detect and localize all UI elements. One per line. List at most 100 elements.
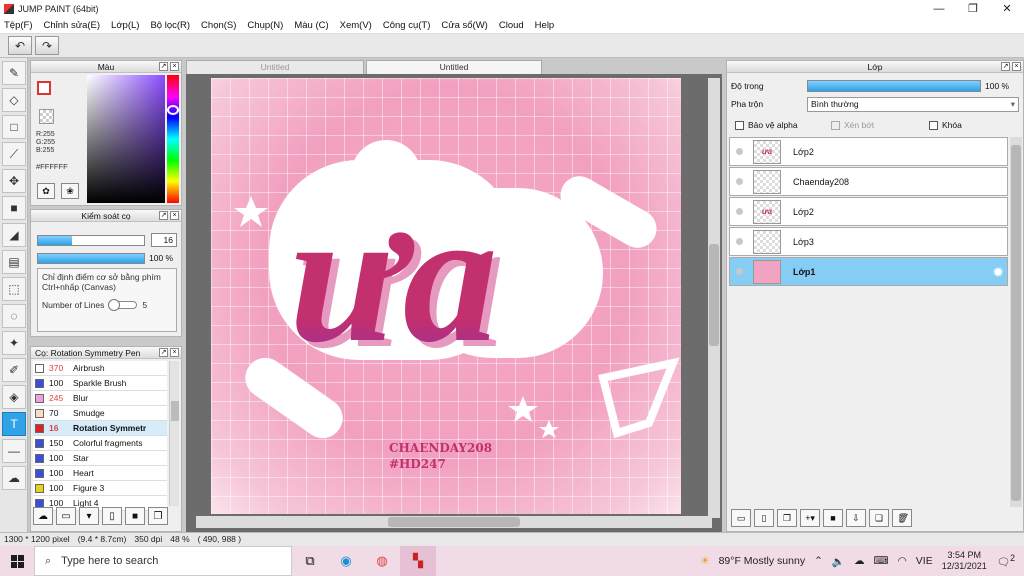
weather-text[interactable]: 89°F Mostly sunny: [719, 555, 805, 567]
visibility-icon[interactable]: [736, 268, 743, 275]
start-button[interactable]: [0, 546, 34, 576]
cloud-icon[interactable]: ☁: [854, 555, 865, 567]
brush-menu-button[interactable]: ▾: [79, 507, 99, 525]
brush-settings-button[interactable]: ▯: [102, 507, 122, 525]
hue-slider[interactable]: [167, 75, 179, 203]
select-rect-tool[interactable]: ⬚: [2, 277, 26, 301]
brush-size-slider[interactable]: [37, 234, 145, 246]
chrome-app[interactable]: ◍: [364, 546, 400, 576]
layer-item[interactable]: ưa Lớp2: [729, 137, 1008, 166]
taskbar-search[interactable]: ⌕ Type here to search: [34, 546, 292, 576]
brush-tool[interactable]: ⟋: [2, 142, 26, 166]
new-brush-button[interactable]: ▭: [56, 507, 76, 525]
close-icon[interactable]: ×: [170, 211, 179, 220]
brush-item[interactable]: 100 Star: [33, 451, 167, 466]
speaker-icon[interactable]: 🔈: [832, 555, 845, 568]
layer-opacity-slider[interactable]: [807, 80, 981, 92]
layer-item[interactable]: ưa Lớp2: [729, 197, 1008, 226]
maximize-button[interactable]: ❐: [956, 0, 990, 17]
line-tool[interactable]: —: [2, 439, 26, 463]
menu-edit[interactable]: Chỉnh sửa(E): [44, 20, 101, 31]
lasso-tool[interactable]: ◌: [2, 304, 26, 328]
brush-list-scrollbar[interactable]: [169, 361, 179, 506]
language-indicator[interactable]: VIE: [916, 555, 933, 567]
menu-color[interactable]: Màu (C): [294, 20, 328, 31]
cloud-brush-button[interactable]: ☁: [33, 507, 53, 525]
select-pen-tool[interactable]: ✐: [2, 358, 26, 382]
brush-item[interactable]: 370 Airbrush: [33, 361, 167, 376]
popout-icon[interactable]: ↗: [1001, 62, 1010, 71]
canvas-vertical-scrollbar[interactable]: [708, 78, 720, 518]
brush-size-input[interactable]: 16: [151, 233, 177, 247]
brush-item[interactable]: 70 Smudge: [33, 406, 167, 421]
visibility-icon[interactable]: [736, 208, 743, 215]
popout-icon[interactable]: ↗: [159, 62, 168, 71]
menu-layer[interactable]: Lớp(L): [111, 20, 139, 31]
cloud-tool[interactable]: ☁: [2, 466, 26, 490]
menu-view[interactable]: Xem(V): [340, 20, 372, 31]
brush-item[interactable]: 100 Heart: [33, 466, 167, 481]
gradient-tool[interactable]: ▤: [2, 250, 26, 274]
eraser-tool[interactable]: ◇: [2, 88, 26, 112]
menu-filter[interactable]: Bộ lọc(R): [150, 20, 190, 31]
canvas-horizontal-scrollbar[interactable]: [196, 516, 712, 528]
lines-slider[interactable]: [108, 299, 138, 311]
palette-button[interactable]: ✿: [37, 183, 55, 199]
layer-list-scrollbar[interactable]: [1010, 137, 1022, 507]
menu-tools[interactable]: Công cụ(T): [383, 20, 431, 31]
edge-app[interactable]: ◉: [328, 546, 364, 576]
delete-layer-button[interactable]: 🗑: [892, 509, 912, 527]
redo-button[interactable]: ↷: [35, 36, 59, 55]
brush-item[interactable]: 150 Colorful fragments: [33, 436, 167, 451]
tab-untitled-1[interactable]: Untitled: [186, 60, 364, 74]
brush-duplicate-button[interactable]: ❐: [148, 507, 168, 525]
brush-item[interactable]: 16 Rotation Symmetr: [33, 421, 167, 436]
menu-window[interactable]: Cửa sổ(W): [441, 20, 487, 31]
keyboard-icon[interactable]: ⌨: [873, 555, 888, 567]
fill-rect-tool[interactable]: ■: [2, 196, 26, 220]
close-icon[interactable]: ×: [1012, 62, 1021, 71]
layer-add-menu-button[interactable]: +▾: [800, 509, 820, 527]
close-button[interactable]: ✕: [990, 0, 1024, 17]
notifications-icon[interactable]: 🗨2: [997, 553, 1015, 569]
menu-file[interactable]: Tệp(F): [4, 20, 33, 31]
text-tool[interactable]: T: [2, 412, 26, 436]
layer-merge-button[interactable]: ⇩: [846, 509, 866, 527]
bucket-tool[interactable]: ◢: [2, 223, 26, 247]
menu-capture[interactable]: Chụp(N): [247, 20, 283, 31]
protect-alpha-checkbox[interactable]: Bảo vệ alpha: [735, 120, 798, 130]
clock[interactable]: 3:54 PM 12/31/2021: [942, 550, 987, 572]
transparent-color-swatch[interactable]: [39, 109, 54, 124]
hue-marker[interactable]: [167, 105, 179, 115]
magic-wand-tool[interactable]: ✦: [2, 331, 26, 355]
brush-item[interactable]: 100 Sparkle Brush: [33, 376, 167, 391]
brush-folder-button[interactable]: ■: [125, 507, 145, 525]
jumppaint-app[interactable]: ▚: [400, 546, 436, 576]
menu-help[interactable]: Help: [535, 20, 555, 31]
new-layer-button[interactable]: ▭: [731, 509, 751, 527]
saturation-value-picker[interactable]: [87, 75, 165, 203]
foreground-color-swatch[interactable]: [37, 81, 51, 95]
layer-settings-icon[interactable]: ✹: [992, 264, 1004, 281]
move-tool[interactable]: ✥: [2, 169, 26, 193]
layer-item[interactable]: Lớp3: [729, 227, 1008, 256]
task-view-button[interactable]: ⧉: [292, 546, 328, 576]
select-eraser-tool[interactable]: ◈: [2, 385, 26, 409]
layer-item[interactable]: Lớp1 ✹: [729, 257, 1008, 286]
new-layer-2-button[interactable]: ▯: [754, 509, 774, 527]
layer-copy-button[interactable]: ❐: [777, 509, 797, 527]
pen-tool[interactable]: ✎: [2, 61, 26, 85]
color-set-button[interactable]: ❀: [61, 183, 79, 199]
undo-button[interactable]: ↶: [8, 36, 32, 55]
rect-tool[interactable]: □: [2, 115, 26, 139]
layer-duplicate-button[interactable]: ❏: [869, 509, 889, 527]
visibility-icon[interactable]: [736, 178, 743, 185]
menu-select[interactable]: Chọn(S): [201, 20, 236, 31]
chevron-up-icon[interactable]: ⌃: [814, 555, 823, 567]
blend-mode-select[interactable]: Bình thường: [807, 97, 1019, 112]
popout-icon[interactable]: ↗: [159, 348, 168, 357]
popout-icon[interactable]: ↗: [159, 211, 168, 220]
menu-cloud[interactable]: Cloud: [499, 20, 524, 31]
wifi-icon[interactable]: ◠: [898, 555, 907, 567]
tab-untitled-2[interactable]: Untitled: [366, 60, 542, 74]
